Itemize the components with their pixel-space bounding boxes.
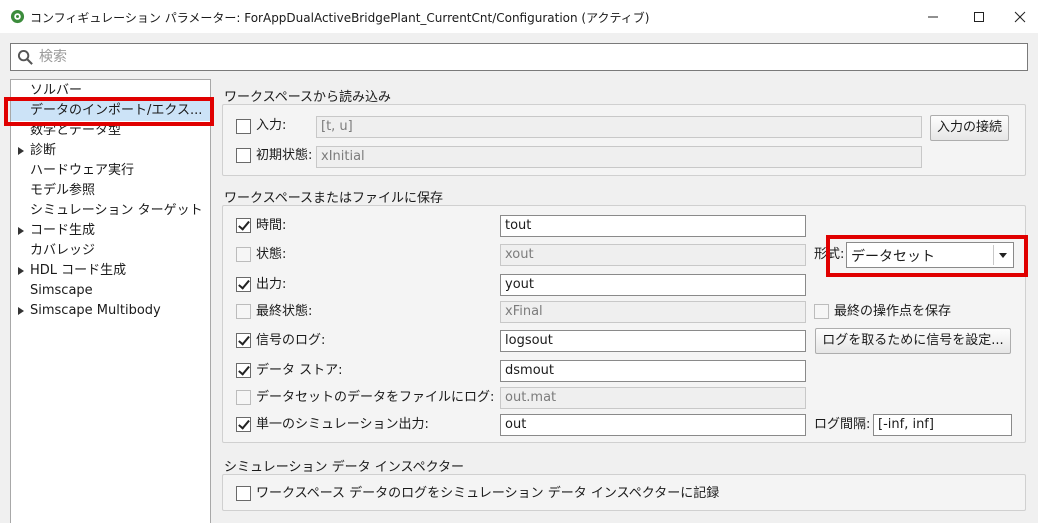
section-title-sdi: シミュレーション データ インスペクター (224, 460, 465, 475)
tree-item-coverage[interactable]: カバレッジ (11, 241, 210, 261)
record-sdi-checkbox[interactable] (236, 486, 251, 501)
tree-item-label: 診断 (30, 143, 57, 158)
output-label: 出力: (256, 277, 287, 292)
log-interval-label: ログ間隔: (814, 417, 871, 432)
tree-item-label: Simscape (30, 283, 93, 298)
expand-arrow-icon[interactable] (18, 147, 24, 155)
data-stores-label: データ ストア: (256, 363, 343, 378)
tree-item-simulation-target[interactable]: シミュレーション ターゲット (11, 201, 210, 221)
states-field[interactable]: xout (500, 244, 806, 266)
maximize-button[interactable] (956, 0, 1002, 33)
simulink-app-icon (10, 9, 25, 24)
output-checkbox[interactable] (236, 277, 251, 292)
tree-item-model-referencing[interactable]: モデル参照 (11, 181, 210, 201)
initial-state-label: 初期状態: (256, 148, 313, 163)
minimize-button[interactable] (910, 0, 956, 33)
save-op-point-checkbox[interactable] (814, 304, 829, 319)
final-states-field[interactable]: xFinal (500, 301, 806, 323)
tree-item-label: シミュレーション ターゲット (30, 203, 203, 218)
selection-highlight-frame (4, 97, 214, 126)
signal-logging-label: 信号のログ: (256, 333, 326, 348)
tree-item-simscape[interactable]: Simscape (11, 281, 210, 301)
tree-item-label: コード生成 (30, 223, 96, 238)
time-field[interactable]: tout (500, 215, 806, 237)
expand-arrow-icon[interactable] (18, 227, 24, 235)
single-output-checkbox[interactable] (236, 417, 251, 432)
output-field[interactable]: yout (500, 274, 806, 296)
states-label: 状態: (256, 247, 287, 262)
tree-item-label: Simscape Multibody (30, 303, 161, 318)
format-highlight-frame (826, 235, 1028, 277)
time-label: 時間: (256, 218, 287, 233)
signal-logging-field[interactable]: logsout (500, 330, 806, 352)
category-tree: ソルバー データのインポート/エクス... 数学とデータ型 診断 ハードウェア実… (10, 79, 211, 523)
minimize-icon (928, 16, 938, 17)
section-title-save: ワークスペースまたはファイルに保存 (224, 191, 444, 206)
close-button[interactable] (1002, 0, 1038, 33)
single-output-field[interactable]: out (500, 414, 806, 436)
log-interval-field[interactable]: [-inf, inf] (873, 414, 1012, 436)
tree-item-label: HDL コード生成 (30, 263, 127, 278)
input-field[interactable]: [t, u] (316, 116, 922, 138)
tree-item-label: カバレッジ (30, 243, 96, 258)
initial-state-field[interactable]: xInitial (316, 146, 922, 168)
record-sdi-label: ワークスペース データのログをシミュレーション データ インスペクターに記録 (256, 486, 720, 501)
final-states-label: 最終状態: (256, 304, 313, 319)
tree-item-code-generation[interactable]: コード生成 (11, 221, 210, 241)
tree-item-hardware-implementation[interactable]: ハードウェア実行 (11, 161, 210, 181)
maximize-icon (974, 11, 984, 22)
initial-state-checkbox[interactable] (236, 148, 251, 163)
section-title-load: ワークスペースから読み込み (224, 90, 392, 105)
save-op-point-label: 最終の操作点を保存 (834, 304, 952, 319)
close-icon (1014, 11, 1026, 22)
configure-signals-button[interactable]: ログを取るために信号を設定... (815, 328, 1011, 354)
search-input[interactable] (39, 47, 1009, 67)
dataset-to-file-label: データセットのデータをファイルにログ: (256, 390, 495, 405)
tree-item-hdl-code-generation[interactable]: HDL コード生成 (11, 261, 210, 281)
title-bar: コンフィギュレーション パラメーター: ForAppDualActiveBrid… (0, 0, 1038, 33)
expand-arrow-icon[interactable] (18, 307, 24, 315)
dataset-to-file-checkbox[interactable] (236, 390, 251, 405)
expand-arrow-icon[interactable] (18, 267, 24, 275)
signal-logging-checkbox[interactable] (236, 333, 251, 348)
tree-item-simscape-multibody[interactable]: Simscape Multibody (11, 301, 210, 321)
tree-item-label: モデル参照 (30, 183, 96, 198)
tree-item-label: ハードウェア実行 (30, 163, 135, 178)
search-icon (17, 49, 33, 65)
tree-item-diagnostics[interactable]: 診断 (11, 141, 210, 161)
final-states-checkbox[interactable] (236, 304, 251, 319)
data-stores-field[interactable]: dsmout (500, 360, 806, 382)
data-stores-checkbox[interactable] (236, 363, 251, 378)
connect-input-button[interactable]: 入力の接続 (930, 115, 1009, 141)
window-title: コンフィギュレーション パラメーター: ForAppDualActiveBrid… (30, 11, 650, 25)
states-checkbox[interactable] (236, 247, 251, 262)
single-output-label: 単一のシミュレーション出力: (256, 417, 429, 432)
input-checkbox[interactable] (236, 119, 251, 134)
input-label: 入力: (256, 118, 287, 133)
dataset-to-file-field[interactable]: out.mat (500, 387, 806, 409)
time-checkbox[interactable] (236, 218, 251, 233)
search-box[interactable] (10, 43, 1028, 71)
